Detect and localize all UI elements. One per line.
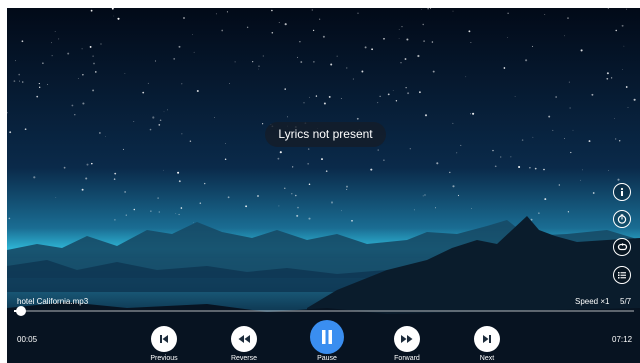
playlist-button[interactable] — [613, 266, 631, 284]
repeat-icon — [617, 243, 627, 251]
lyrics-status: Lyrics not present — [265, 122, 386, 147]
pause-button[interactable] — [310, 320, 344, 354]
skip-next-icon — [483, 335, 491, 343]
pause-icon — [322, 330, 332, 344]
queue-position: 5/7 — [620, 297, 632, 306]
previous-label: Previous — [150, 355, 178, 362]
reverse-button[interactable] — [231, 326, 257, 352]
repeat-button[interactable] — [613, 238, 631, 256]
timer-icon — [617, 214, 627, 224]
pause-label: Pause — [317, 355, 337, 362]
music-player: Lyrics not present hotel California.mp3 … — [0, 0, 640, 363]
playlist-icon — [618, 272, 626, 279]
fast-forward-icon — [401, 335, 413, 343]
track-title: hotel California.mp3 — [17, 297, 89, 306]
speed-button[interactable]: Speed ×1 — [575, 297, 609, 307]
info-icon — [620, 187, 624, 196]
reverse-label: Reverse — [230, 355, 258, 362]
progress-bar[interactable] — [14, 306, 634, 316]
timer-button[interactable] — [613, 210, 631, 228]
next-label: Next — [479, 355, 495, 362]
forward-label: Forward — [394, 355, 420, 362]
forward-button[interactable] — [394, 326, 420, 352]
rewind-icon — [238, 335, 250, 343]
previous-button[interactable] — [151, 326, 177, 352]
skip-previous-icon — [160, 335, 168, 343]
elapsed-time: 00:05 — [17, 335, 38, 344]
next-button[interactable] — [474, 326, 500, 352]
info-button[interactable] — [613, 183, 631, 201]
total-duration: 07:12 — [612, 335, 633, 344]
